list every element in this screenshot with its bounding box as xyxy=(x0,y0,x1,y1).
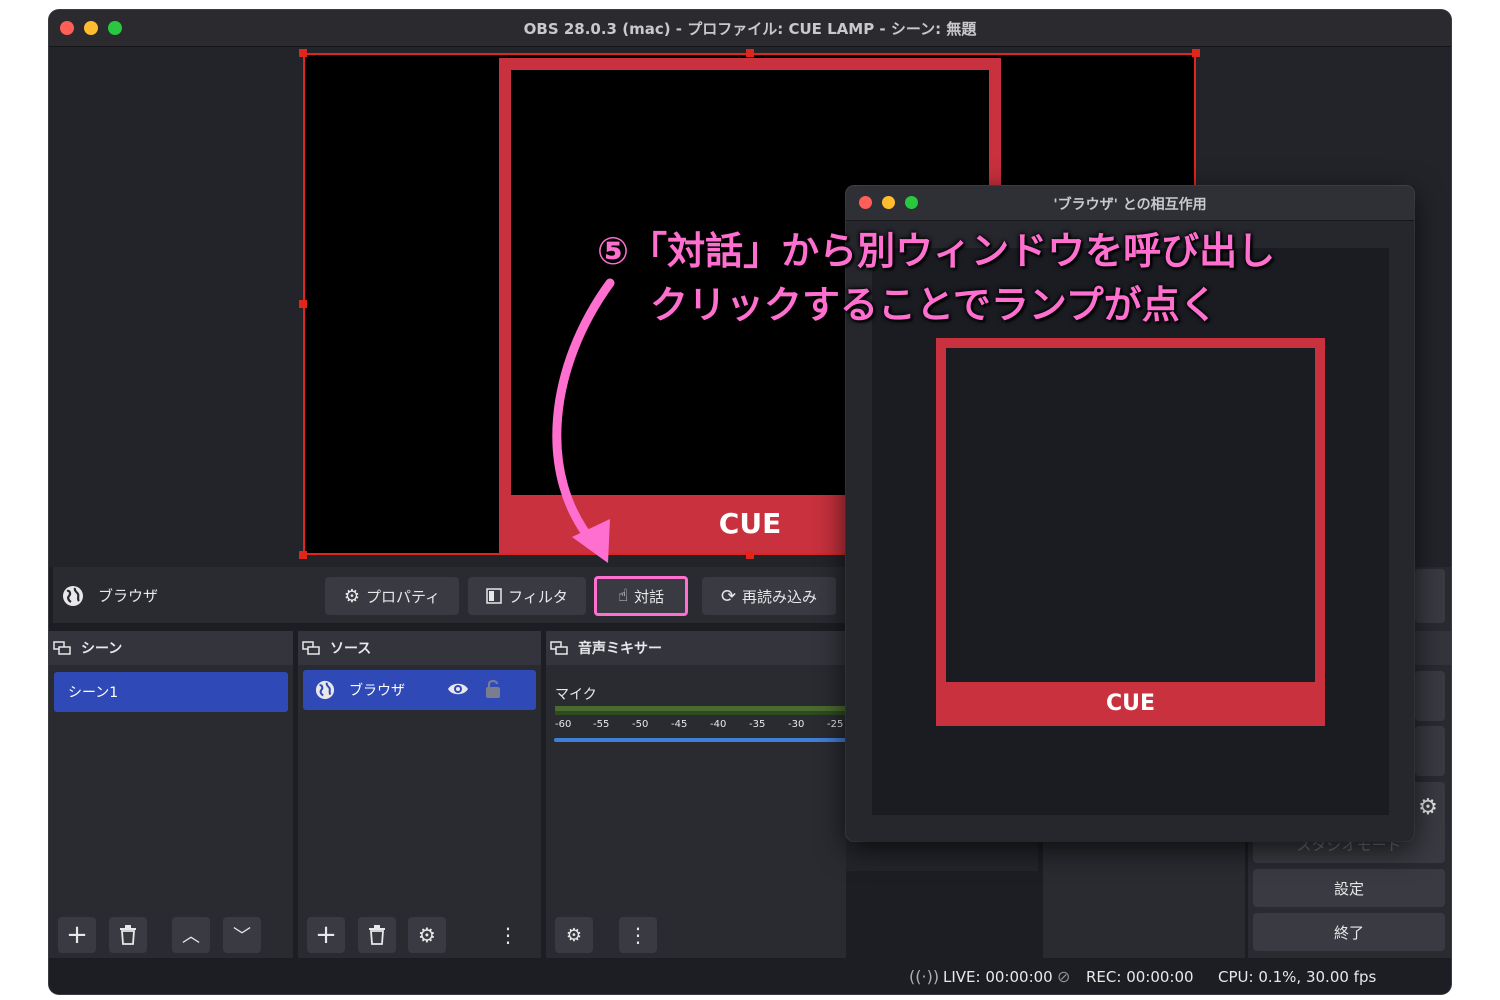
gear-icon: ⚙ xyxy=(418,923,436,947)
resize-handle[interactable] xyxy=(746,551,754,559)
settings-label: 設定 xyxy=(1333,879,1364,898)
scenes-dock: シーン シーン1 + ︿ ﹀ xyxy=(49,631,293,958)
exit-button[interactable]: 終了 xyxy=(1253,913,1445,951)
meter-tick: -55 xyxy=(593,719,610,730)
remove-scene-button[interactable] xyxy=(109,917,147,953)
volume-slider[interactable] xyxy=(554,738,846,742)
mixer-channel-name: マイク xyxy=(555,687,597,703)
dock-icon xyxy=(53,641,71,655)
source-item-label: ブラウザ xyxy=(349,683,405,699)
window-title: OBS 28.0.3 (mac) - プロファイル: CUE LAMP - シー… xyxy=(523,20,977,38)
mixer-dock-header: 音声ミキサー xyxy=(546,631,846,665)
meter-tick: -60 xyxy=(555,719,572,730)
resize-handle[interactable] xyxy=(746,49,754,57)
scene-item-label: シーン1 xyxy=(68,685,119,701)
meter-tick: -50 xyxy=(632,719,649,730)
globe-icon xyxy=(63,586,83,606)
reload-button[interactable]: ⟳ 再読み込み xyxy=(702,577,836,615)
annotation-line-2: クリックすることでランプが点く xyxy=(650,283,1218,327)
trash-icon xyxy=(369,925,385,945)
filters-button[interactable]: フィルタ xyxy=(468,577,586,615)
cue-lamp-label[interactable]: CUE xyxy=(936,682,1325,726)
cpu-fps: CPU: 0.1%, 30.00 fps xyxy=(1218,968,1377,986)
gear-icon: ⚙ xyxy=(343,585,361,607)
title-bar: OBS 28.0.3 (mac) - プロファイル: CUE LAMP - シー… xyxy=(49,10,1451,47)
exit-label: 終了 xyxy=(1333,923,1364,942)
reload-label: 再読み込み xyxy=(742,587,818,606)
source-menu-button[interactable]: ⋮ xyxy=(497,917,519,953)
resize-handle[interactable] xyxy=(299,49,307,57)
cue-lamp-frame[interactable] xyxy=(936,338,1325,726)
meter-tick: -30 xyxy=(788,719,805,730)
sources-title: ソース xyxy=(330,641,372,657)
dock-icon xyxy=(302,641,320,655)
scene-item[interactable]: シーン1 xyxy=(54,672,288,712)
properties-label: プロパティ xyxy=(366,587,441,606)
meter-tick: -25 xyxy=(827,719,844,730)
move-scene-up-button[interactable]: ︿ xyxy=(172,917,210,953)
trash-icon xyxy=(120,925,136,945)
meter-tick: -40 xyxy=(710,719,727,730)
globe-icon xyxy=(315,680,335,700)
remove-source-button[interactable] xyxy=(358,917,396,953)
audio-mixer-dock: 音声ミキサー マイク -60 -55 -50 -45 -40 -35 -30 -… xyxy=(546,631,846,958)
volume-meter-peak xyxy=(555,711,845,715)
control-button[interactable] xyxy=(1415,569,1445,623)
resize-handle[interactable] xyxy=(299,551,307,559)
plus-icon: + xyxy=(66,920,88,950)
annotation-line-1: ⑤「対話」から別ウィンドウを呼び出し xyxy=(597,229,1276,273)
sources-dock-header: ソース xyxy=(298,631,541,665)
interact-label: 対話 xyxy=(634,587,665,606)
meter-tick: -45 xyxy=(671,719,688,730)
filters-label: フィルタ xyxy=(508,587,568,606)
refresh-icon: ⟳ xyxy=(720,585,737,607)
eye-icon[interactable] xyxy=(447,681,469,697)
interact-window-title-bar: 'ブラウザ' との相互作用 xyxy=(846,186,1414,221)
meter-tick: -35 xyxy=(749,719,766,730)
rec-disabled-icon: ⊘ xyxy=(1057,967,1071,986)
add-source-button[interactable]: + xyxy=(307,917,345,953)
dock-icon xyxy=(550,641,568,655)
mixer-advanced-button[interactable]: ⚙ xyxy=(555,917,593,953)
mixer-title: 音声ミキサー xyxy=(578,641,662,657)
annotation-arrow xyxy=(552,278,615,563)
more-vertical-icon: ⋮ xyxy=(628,923,648,947)
add-scene-button[interactable]: + xyxy=(58,917,96,953)
gear-icon: ⚙ xyxy=(1418,794,1438,820)
meter-scale: -60 -55 -50 -45 -40 -35 -30 -25 xyxy=(555,719,855,731)
source-item[interactable]: ブラウザ xyxy=(303,670,536,710)
settings-button[interactable]: 設定 xyxy=(1253,869,1445,907)
more-vertical-icon: ⋮ xyxy=(498,923,518,947)
resize-handle[interactable] xyxy=(1192,49,1200,57)
move-scene-down-button[interactable]: ﹀ xyxy=(223,917,261,953)
source-properties-button[interactable]: ⚙ xyxy=(408,917,446,953)
hand-pointer-icon: ☝ xyxy=(617,586,629,606)
sources-dock: ソース ブラウザ + ⚙ ⋮ xyxy=(298,631,541,958)
lock-icon[interactable] xyxy=(485,678,501,700)
status-bar: ((·)) LIVE: 00:00:00 ⊘ REC: 00:00:00 CPU… xyxy=(49,960,1451,994)
scenes-title: シーン xyxy=(81,641,123,657)
context-source-name: ブラウザ xyxy=(98,587,159,605)
interact-window-title: 'ブラウザ' との相互作用 xyxy=(1053,197,1207,213)
plus-icon: + xyxy=(315,920,337,950)
live-timer: LIVE: 00:00:00 xyxy=(943,968,1053,986)
control-button[interactable] xyxy=(1415,671,1445,721)
resize-handle[interactable] xyxy=(299,300,307,308)
control-header xyxy=(1415,631,1451,665)
mixer-menu-button[interactable]: ⋮ xyxy=(619,917,657,953)
filter-icon xyxy=(486,588,502,604)
chevron-down-icon: ﹀ xyxy=(233,926,251,947)
scenes-dock-header: シーン xyxy=(49,631,293,665)
chevron-up-icon: ︿ xyxy=(182,926,200,947)
gears-icon: ⚙ xyxy=(565,924,583,946)
control-button[interactable] xyxy=(1415,726,1445,776)
properties-button[interactable]: ⚙ プロパティ xyxy=(325,577,459,615)
interact-button[interactable]: ☝ 対話 xyxy=(594,576,688,616)
live-signal-icon: ((·)) xyxy=(909,967,940,986)
rec-timer: REC: 00:00:00 xyxy=(1086,968,1194,986)
